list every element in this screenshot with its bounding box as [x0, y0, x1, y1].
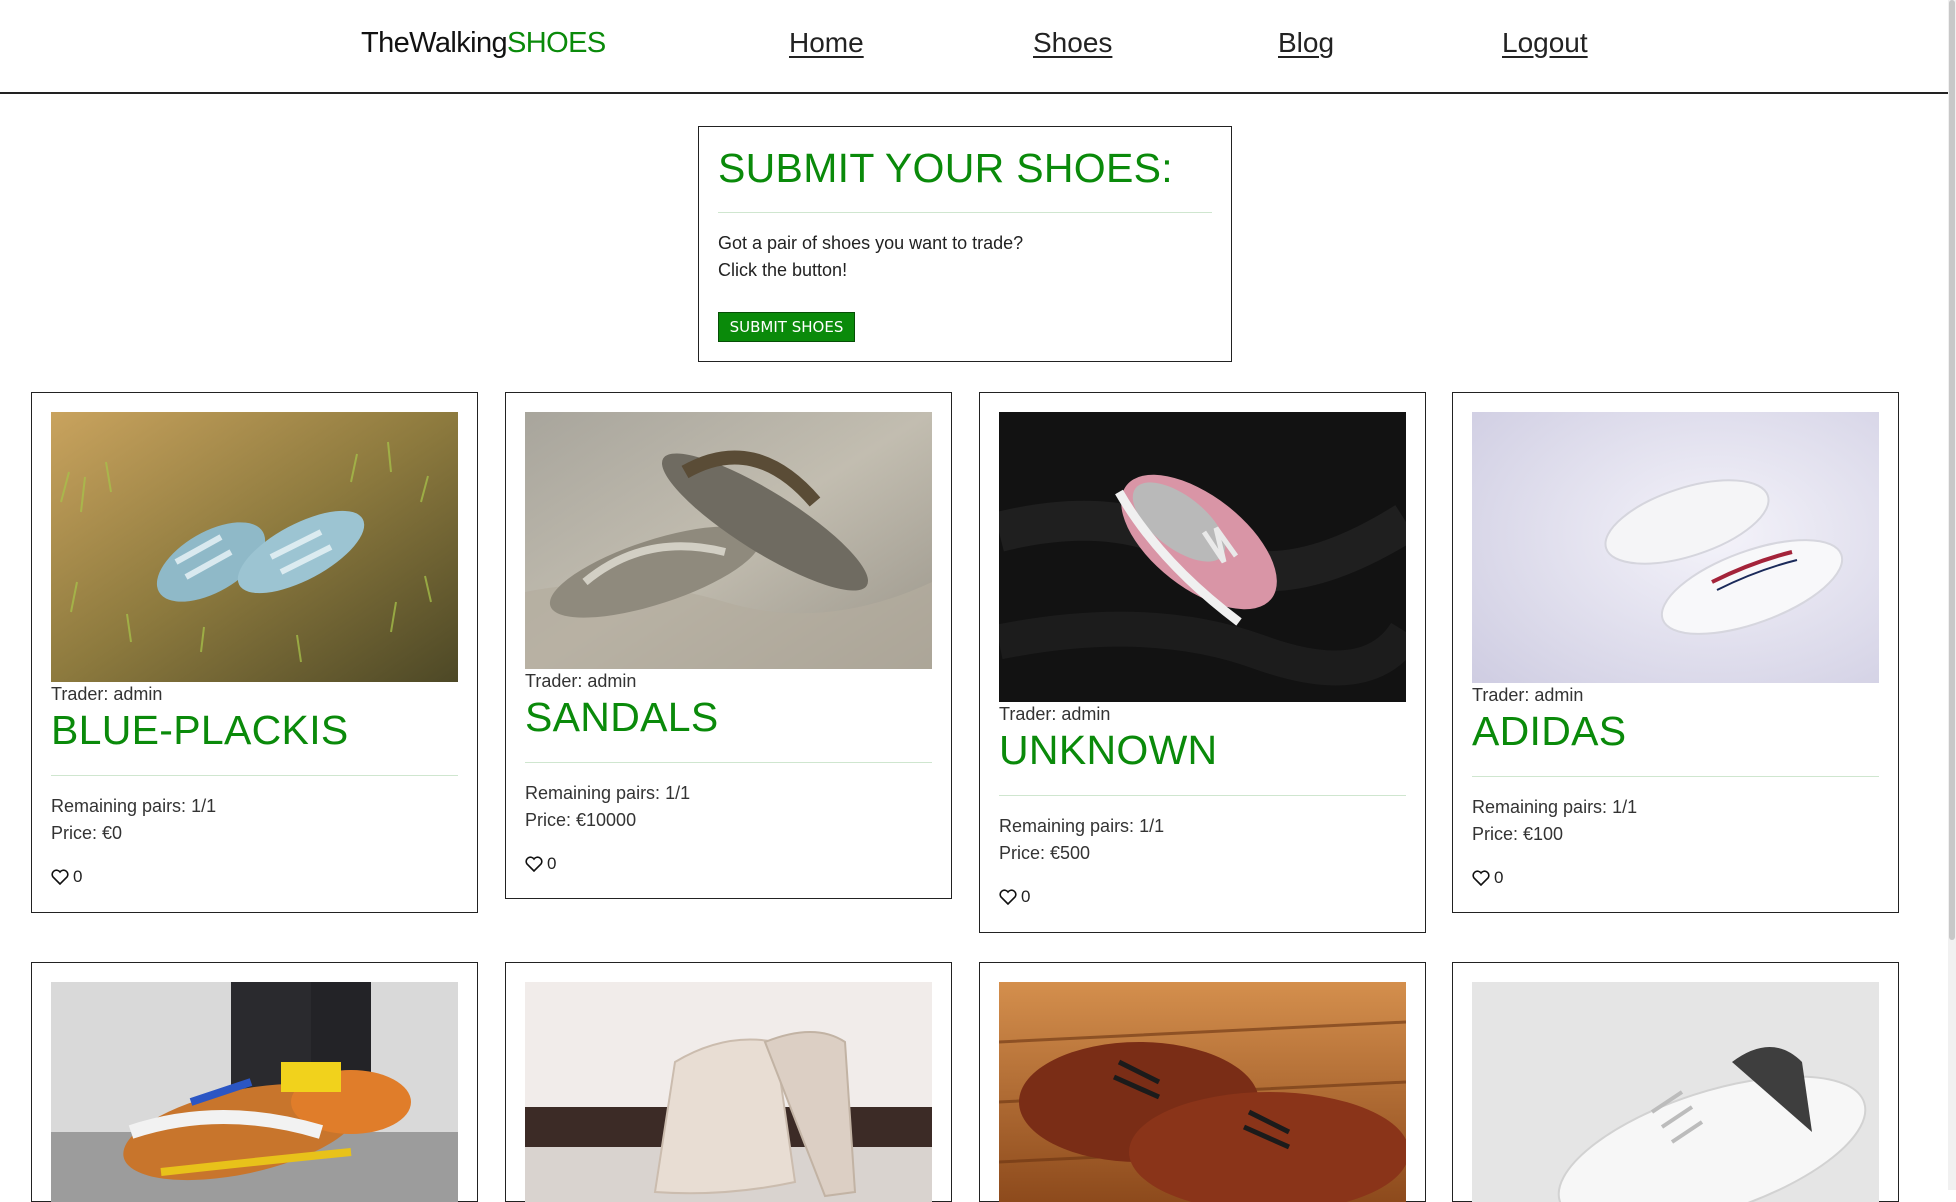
shoe-card[interactable]: Trader: admin ADIDAS Remaining pairs: 1/… — [1452, 392, 1899, 913]
shoe-card[interactable]: Trader: admin SANDALS Remaining pairs: 1… — [505, 392, 952, 899]
divider — [51, 775, 458, 776]
shoe-card[interactable] — [979, 962, 1426, 1202]
shoe-image[interactable] — [999, 412, 1406, 702]
brand-accent: SHOES — [507, 27, 606, 59]
submit-panel-text-line2: Click the button! — [718, 260, 848, 280]
shoe-image[interactable] — [999, 982, 1406, 1202]
divider — [525, 762, 932, 763]
remaining-pairs: Remaining pairs: 1/1 — [525, 783, 691, 803]
remaining-pairs: Remaining pairs: 1/1 — [999, 816, 1165, 836]
like-button[interactable]: 0 — [51, 867, 82, 887]
shoe-card[interactable] — [1452, 962, 1899, 1202]
like-button[interactable]: 0 — [525, 854, 556, 874]
shoe-card[interactable]: Trader: admin UNKNOWN Remaining pairs: 1… — [979, 392, 1426, 933]
scrollbar-thumb[interactable] — [1949, 0, 1955, 940]
price: Price: €100 — [1472, 824, 1564, 844]
nav-blog-link[interactable]: Blog — [1278, 27, 1334, 59]
shoe-image[interactable] — [51, 412, 458, 682]
like-button[interactable]: 0 — [999, 887, 1030, 907]
shoe-card[interactable] — [505, 962, 952, 1202]
shoe-title[interactable]: SANDALS — [525, 694, 719, 741]
submit-panel-text-line1: Got a pair of shoes you want to trade? — [718, 233, 1024, 253]
trader-label: Trader: admin — [525, 671, 637, 691]
divider — [999, 795, 1406, 796]
shoe-card[interactable]: Trader: admin BLUE-PLACKIS Remaining pai… — [31, 392, 478, 913]
submit-shoes-button[interactable]: SUBMIT SHOES — [718, 312, 855, 342]
like-count: 0 — [1021, 887, 1031, 906]
brand-main: TheWalking — [361, 27, 508, 59]
shoe-image[interactable] — [1472, 412, 1879, 683]
trader-label: Trader: admin — [999, 704, 1111, 724]
shoe-card[interactable] — [31, 962, 478, 1202]
top-navbar: TheWalkingSHOES Home Shoes Blog Logout — [0, 0, 1948, 94]
nav-shoes-link[interactable]: Shoes — [1033, 27, 1112, 59]
trader-label: Trader: admin — [1472, 685, 1584, 705]
heart-icon[interactable] — [999, 889, 1017, 905]
price: Price: €0 — [51, 823, 123, 843]
like-button[interactable]: 0 — [1472, 868, 1503, 888]
shoe-image[interactable] — [51, 982, 458, 1202]
submit-panel-title: SUBMIT YOUR SHOES: — [718, 145, 1173, 191]
divider — [718, 212, 1212, 213]
shoe-image[interactable] — [525, 412, 932, 669]
like-count: 0 — [1494, 868, 1504, 887]
divider — [1472, 776, 1879, 777]
shoe-image[interactable] — [1472, 982, 1879, 1202]
page-scrollbar[interactable] — [1948, 0, 1956, 1190]
shoe-image[interactable] — [525, 982, 932, 1202]
price: Price: €500 — [999, 843, 1091, 863]
submit-shoes-panel: SUBMIT YOUR SHOES: Got a pair of shoes y… — [698, 126, 1232, 362]
remaining-pairs: Remaining pairs: 1/1 — [51, 796, 217, 816]
heart-icon[interactable] — [525, 856, 543, 872]
shoe-title[interactable]: ADIDAS — [1472, 708, 1626, 755]
like-count: 0 — [547, 854, 557, 873]
like-count: 0 — [73, 867, 83, 886]
nav-logout-link[interactable]: Logout — [1502, 27, 1588, 59]
trader-label: Trader: admin — [51, 684, 163, 704]
shoe-title[interactable]: UNKNOWN — [999, 727, 1217, 774]
heart-icon[interactable] — [1472, 870, 1490, 886]
remaining-pairs: Remaining pairs: 1/1 — [1472, 797, 1638, 817]
brand-logo[interactable]: TheWalkingSHOES — [361, 27, 606, 60]
nav-home-link[interactable]: Home — [789, 27, 864, 59]
shoe-title[interactable]: BLUE-PLACKIS — [51, 707, 349, 754]
heart-icon[interactable] — [51, 869, 69, 885]
price: Price: €10000 — [525, 810, 637, 830]
